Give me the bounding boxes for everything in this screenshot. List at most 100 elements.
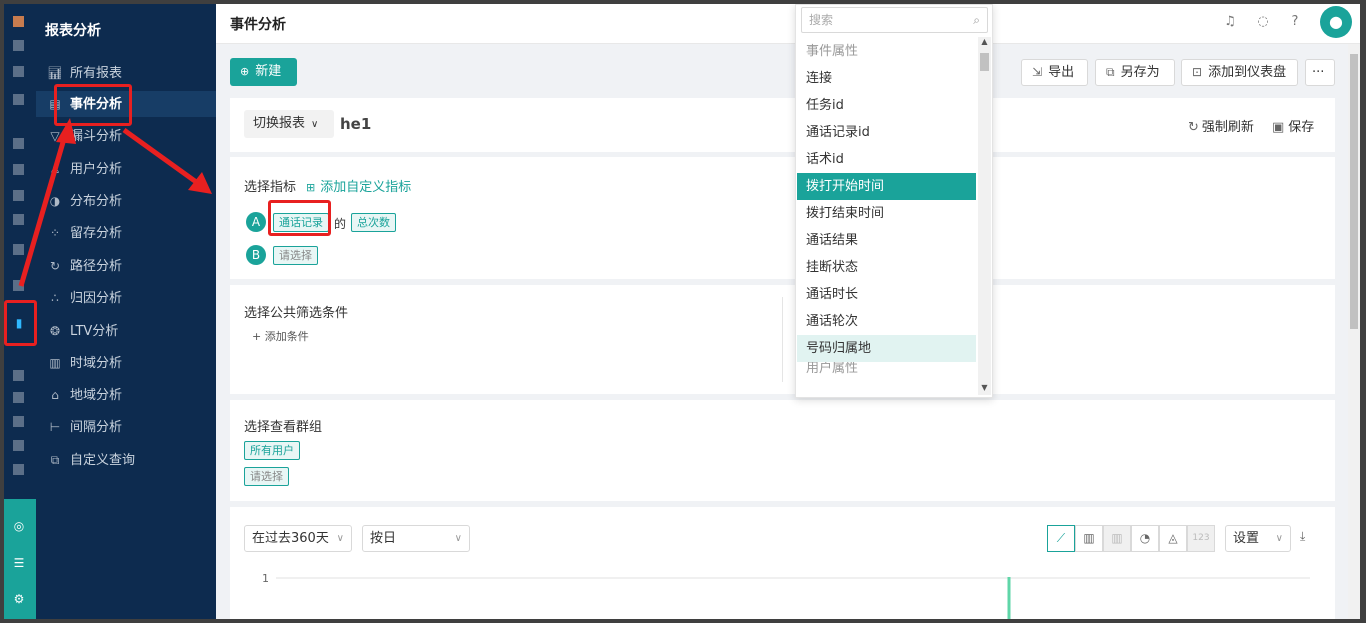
dropdown-option[interactable]: 任务id <box>797 92 976 119</box>
sidebar-item-region[interactable]: ⌂ 地域分析 <box>36 382 216 408</box>
dropdown-option[interactable]: 通话结果 <box>797 227 976 254</box>
scrollbar-thumb[interactable] <box>980 53 989 71</box>
date-range-select[interactable]: 在过去360天 ∨ <box>244 525 352 552</box>
sidebar-item-all-reports[interactable]: 📊︎ 所有报表 <box>36 60 216 86</box>
settings-select[interactable]: 设置 ∨ <box>1225 525 1291 552</box>
sidebar-item-retention[interactable]: ⁘ 留存分析 <box>36 220 216 246</box>
save-as-label: 另存为 <box>1120 65 1160 80</box>
metric-b-select[interactable]: 请选择 <box>273 246 318 265</box>
export-button[interactable]: ⇲ 导出 <box>1021 59 1088 86</box>
metric-b-badge: B <box>246 245 266 265</box>
dropdown-search-input[interactable]: 搜索 ⌕ <box>801 7 988 33</box>
scroll-down-icon[interactable]: ▼ <box>978 383 991 395</box>
sidebar-item-user[interactable]: ♙ 用户分析 <box>36 156 216 182</box>
switch-report-select[interactable]: 切换报表 ∨ <box>244 110 334 138</box>
sidebar-item-distribution[interactable]: ◑ 分布分析 <box>36 188 216 214</box>
dropdown-option[interactable]: 通话时长 <box>797 281 976 308</box>
rail-bottom-group: ◎ ☰ ⚙ <box>4 499 36 619</box>
line-chart-icon: ⟋ <box>1056 531 1066 545</box>
group-select[interactable]: 请选择 <box>244 467 289 486</box>
filters-title: 选择公共筛选条件 <box>244 306 349 321</box>
dropdown-option[interactable]: 号码归属地 <box>797 335 976 362</box>
bar-chart-toggle[interactable]: ▥ <box>1075 525 1103 552</box>
dropdown-scrollbar[interactable]: ▲ ▼ <box>978 37 991 395</box>
sidebar-item-path[interactable]: ↻ 路径分析 <box>36 253 216 279</box>
gear-icon[interactable]: ⚙ <box>12 592 26 606</box>
sidebar-item-label: 分布分析 <box>70 194 123 209</box>
chat-icon[interactable]: ◌ <box>1255 14 1271 30</box>
force-refresh-button[interactable]: ↻ 强制刷新 <box>1188 116 1254 135</box>
sidebar-item-interval[interactable]: ⊢ 间隔分析 <box>36 414 216 440</box>
rail-icon[interactable] <box>13 392 24 403</box>
add-dashboard-label: 添加到仪表盘 <box>1208 65 1287 80</box>
rail-icon[interactable] <box>13 440 24 451</box>
metrics-title: 选择指标 <box>244 180 297 195</box>
dropdown-option[interactable]: 话术id <box>797 146 976 173</box>
save-as-button[interactable]: ⧉ 另存为 <box>1095 59 1175 86</box>
sidebar-item-custom-query[interactable]: ⧉ 自定义查询 <box>36 447 216 473</box>
help-icon[interactable]: ? <box>1287 14 1303 30</box>
user-icon: ♙ <box>49 162 61 176</box>
interval-icon: ⊢ <box>49 420 61 434</box>
save-report-button[interactable]: ▣ 保存 <box>1272 116 1314 135</box>
dropdown-option[interactable]: 通话记录id <box>797 119 976 146</box>
scroll-up-icon[interactable]: ▲ <box>978 37 991 49</box>
property-dropdown: 搜索 ⌕ ▲ ▼ 事件属性 连接 任务id 通话记录id 话术id 拨打开始时间 拨打结束时间… <box>795 4 993 398</box>
number-toggle[interactable]: 123 <box>1187 525 1215 552</box>
user-icon: ● <box>1329 12 1343 31</box>
rail-icon[interactable] <box>13 280 24 291</box>
pie-chart-icon: ◔ <box>1139 531 1151 545</box>
rail-icon[interactable] <box>13 40 24 51</box>
page-scrollbar[interactable] <box>1348 44 1360 619</box>
rail-icon[interactable] <box>13 190 24 201</box>
dropdown-option[interactable]: 通话轮次 <box>797 308 976 335</box>
dropdown-option[interactable]: 连接 <box>797 65 976 92</box>
all-users-tag[interactable]: 所有用户 <box>244 441 300 460</box>
avatar[interactable]: ● <box>1320 6 1352 38</box>
add-condition-button[interactable]: + 添加条件 <box>252 328 309 344</box>
add-custom-metric-button[interactable]: ⊞ 添加自定义指标 <box>306 176 411 195</box>
more-button[interactable]: ··· <box>1305 59 1335 86</box>
area-chart-toggle[interactable]: ◬ <box>1159 525 1187 552</box>
dropdown-option[interactable]: 拨打开始时间 <box>797 173 976 200</box>
sidebar-item-attribution[interactable]: ∴ 归因分析 <box>36 285 216 311</box>
rail-icon[interactable] <box>13 244 24 255</box>
add-custom-label: 添加自定义指标 <box>320 180 412 195</box>
save-icon: ▣ <box>1272 120 1285 135</box>
stacked-bar-toggle[interactable]: ▥ <box>1103 525 1131 552</box>
rail-icon[interactable] <box>13 66 24 77</box>
rail-icon[interactable] <box>13 164 24 175</box>
line-chart-toggle[interactable]: ⟋ <box>1047 525 1075 552</box>
pie-chart-toggle[interactable]: ◔ <box>1131 525 1159 552</box>
add-to-dashboard-button[interactable]: ⊡ 添加到仪表盘 <box>1181 59 1298 86</box>
sidebar-item-ltv[interactable]: ❂ LTV分析 <box>36 318 216 344</box>
rail-icon[interactable] <box>13 214 24 225</box>
sidebar-item-funnel[interactable]: ▽ 漏斗分析 <box>36 123 216 149</box>
stacked-bar-icon: ▥ <box>1111 531 1123 545</box>
annotation-box <box>4 300 37 346</box>
dashboard-icon: ⊡ <box>1192 65 1203 79</box>
download-icon[interactable]: ⤓ <box>1300 529 1305 544</box>
rail-icon[interactable] <box>13 94 24 105</box>
funnel-icon: ▽ <box>50 129 60 143</box>
scrollbar-thumb[interactable] <box>1350 54 1358 329</box>
export-icon: ⇲ <box>1032 65 1043 79</box>
new-button[interactable]: ⊕ 新建 <box>230 58 297 86</box>
metric-a-measure-tag[interactable]: 总次数 <box>351 213 396 232</box>
groups-title: 选择查看群组 <box>244 420 323 435</box>
rail-icon[interactable] <box>13 370 24 381</box>
rail-icon[interactable] <box>13 138 24 149</box>
target-icon[interactable]: ◎ <box>12 519 26 533</box>
sidebar-title: 报表分析 <box>45 23 101 39</box>
area-chart-icon: ◬ <box>1168 531 1178 545</box>
server-icon[interactable]: ☰ <box>12 556 26 570</box>
sidebar-item-time[interactable]: ▥ 时域分析 <box>36 350 216 376</box>
dropdown-option[interactable]: 拨打结束时间 <box>797 200 976 227</box>
rail-icon[interactable] <box>13 416 24 427</box>
top-bar: 事件分析 ♫ ◌ ? ● <box>216 4 1360 44</box>
rail-icon[interactable] <box>13 464 24 475</box>
granularity-select[interactable]: 按日 ∨ <box>362 525 470 552</box>
dropdown-option[interactable]: 挂断状态 <box>797 254 976 281</box>
chart-card: 在过去360天 ∨ 按日 ∨ ⟋ ▥ ▥ ◔ ◬ 123 设置 ∨ ⤓ 1 <box>230 507 1335 619</box>
bell-icon[interactable]: ♫ <box>1222 14 1238 30</box>
